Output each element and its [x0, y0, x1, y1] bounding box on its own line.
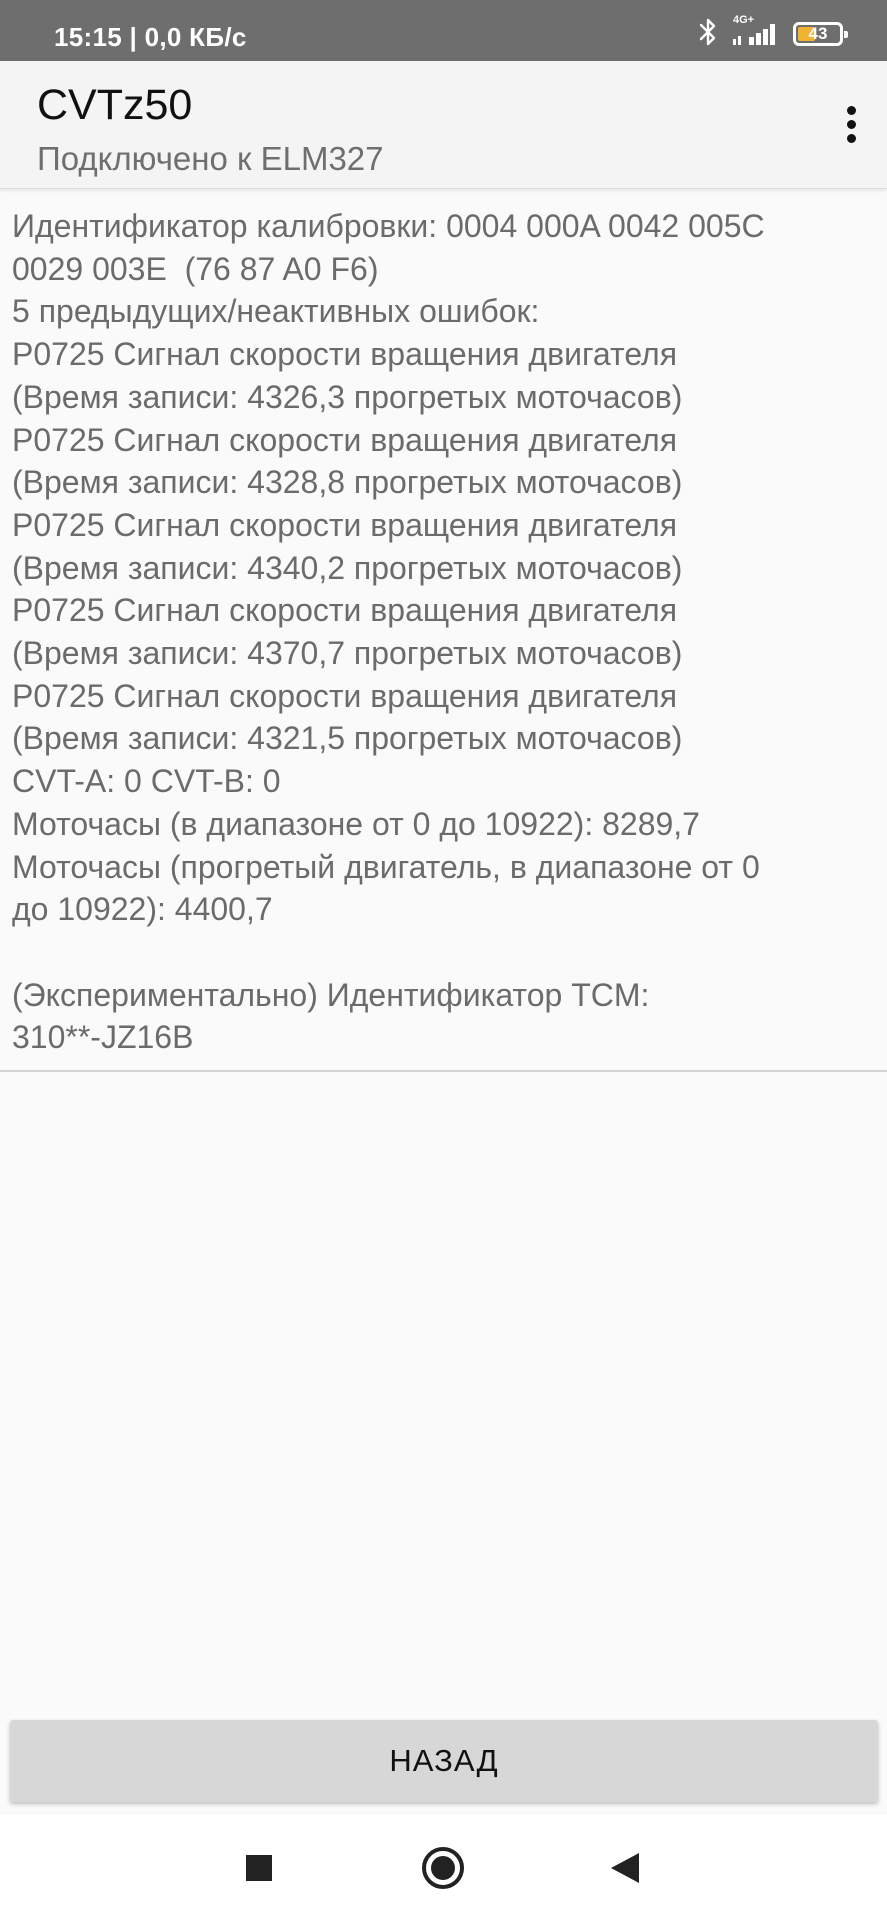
status-bar: 15:15 | 0,0 КБ/с 4G+ 43	[0, 0, 887, 61]
content-divider	[0, 1070, 887, 1072]
app-title: CVTz50	[37, 81, 193, 129]
back-button[interactable]: НАЗАД	[10, 1720, 878, 1802]
overflow-dot	[846, 119, 856, 129]
system-nav-bar	[0, 1815, 887, 1920]
back-triangle-icon[interactable]	[580, 1815, 670, 1920]
battery-icon: 43	[793, 22, 848, 46]
signal-icon: 4G+	[733, 14, 779, 50]
battery-tip	[844, 31, 848, 38]
connection-status-subtitle: Подключено к ELM327	[37, 140, 384, 177]
battery-level-text: 43	[808, 24, 828, 43]
overflow-dot	[846, 105, 856, 115]
status-time-speed: 15:15 | 0,0 КБ/с	[54, 22, 247, 52]
home-circle-icon[interactable]	[398, 1815, 488, 1920]
app-bar: CVTz50 Подключено к ELM327	[0, 61, 887, 189]
overflow-dot	[846, 133, 856, 143]
overflow-menu-icon[interactable]	[831, 94, 871, 154]
diagnostic-info-text: Идентификатор калибровки: 0004 000A 0042…	[12, 208, 765, 1056]
bluetooth-icon	[697, 17, 719, 52]
status-icons: 4G+ 43	[697, 14, 848, 52]
recents-square-icon[interactable]	[214, 1815, 304, 1920]
